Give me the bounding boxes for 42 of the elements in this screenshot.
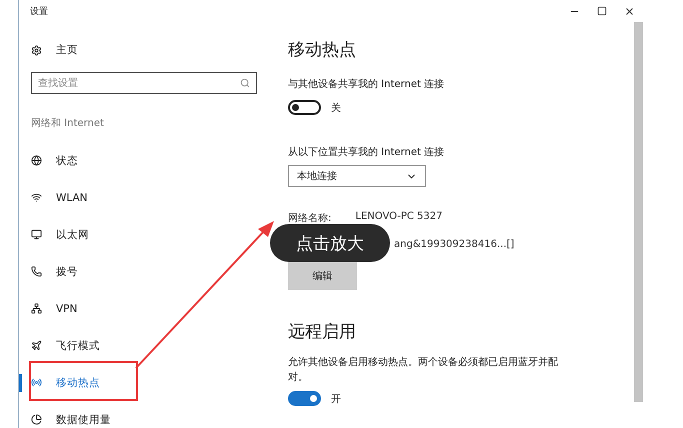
toggle-state-label: 开 [331,392,341,406]
pie-chart-icon [31,414,42,425]
phone-icon [31,266,42,277]
settings-icon [31,44,42,56]
network-name-value: LENOVO-PC 5327 [355,211,443,224]
maximize-icon[interactable] [597,6,607,16]
sidebar-item[interactable]: 移动热点 [19,364,261,401]
toggle-switch[interactable] [288,100,321,115]
zoom-hint-tooltip: 点击放大 [270,224,390,262]
section-label: 网络和 Internet [30,116,105,131]
globe-icon [31,155,42,166]
plane-icon [31,340,42,351]
close-icon[interactable] [624,6,635,16]
scrollbar[interactable] [634,22,643,402]
wifi-icon [31,192,42,203]
section-heading: 远程启用 [288,321,356,343]
window-title: 设置 [30,6,48,18]
search-icon [240,78,250,88]
share-label: 与其他设备共享我的 Internet 连接 [288,78,444,91]
antenna-icon [31,377,42,388]
sidebar-item[interactable]: VPN [19,290,261,327]
home-nav-item[interactable]: 主页 [19,36,261,64]
network-icon [31,303,42,314]
sidebar-item[interactable]: 拨号 [19,253,261,290]
selection-bar [19,374,22,392]
sidebar-item[interactable]: 数据使用量 [19,401,261,428]
network-name-label: 网络名称: [288,212,332,225]
sidebar-item[interactable]: 以太网 [19,216,261,253]
source-dropdown[interactable]: 本地连接 [288,165,426,187]
search-field[interactable]: 查找设置 [31,72,257,94]
page-heading: 移动热点 [288,39,356,61]
toggle-switch[interactable] [288,391,321,406]
toggle-state-label: 关 [331,102,341,114]
source-label: 从以下位置共享我的 Internet 连接 [288,146,444,159]
monitor-icon [31,229,42,240]
edit-button[interactable]: 编辑 [288,262,357,290]
sidebar-item[interactable]: 飞行模式 [19,327,261,364]
password-value: ang&199309238416...[] [394,239,514,250]
sidebar-item[interactable]: 状态 [19,142,261,179]
remote-description: 允许其他设备启用移动热点。两个设备必须都已启用蓝牙并配对。 [288,356,559,385]
search-placeholder: 查找设置 [38,76,78,90]
sidebar-item[interactable]: WLAN [19,179,261,216]
